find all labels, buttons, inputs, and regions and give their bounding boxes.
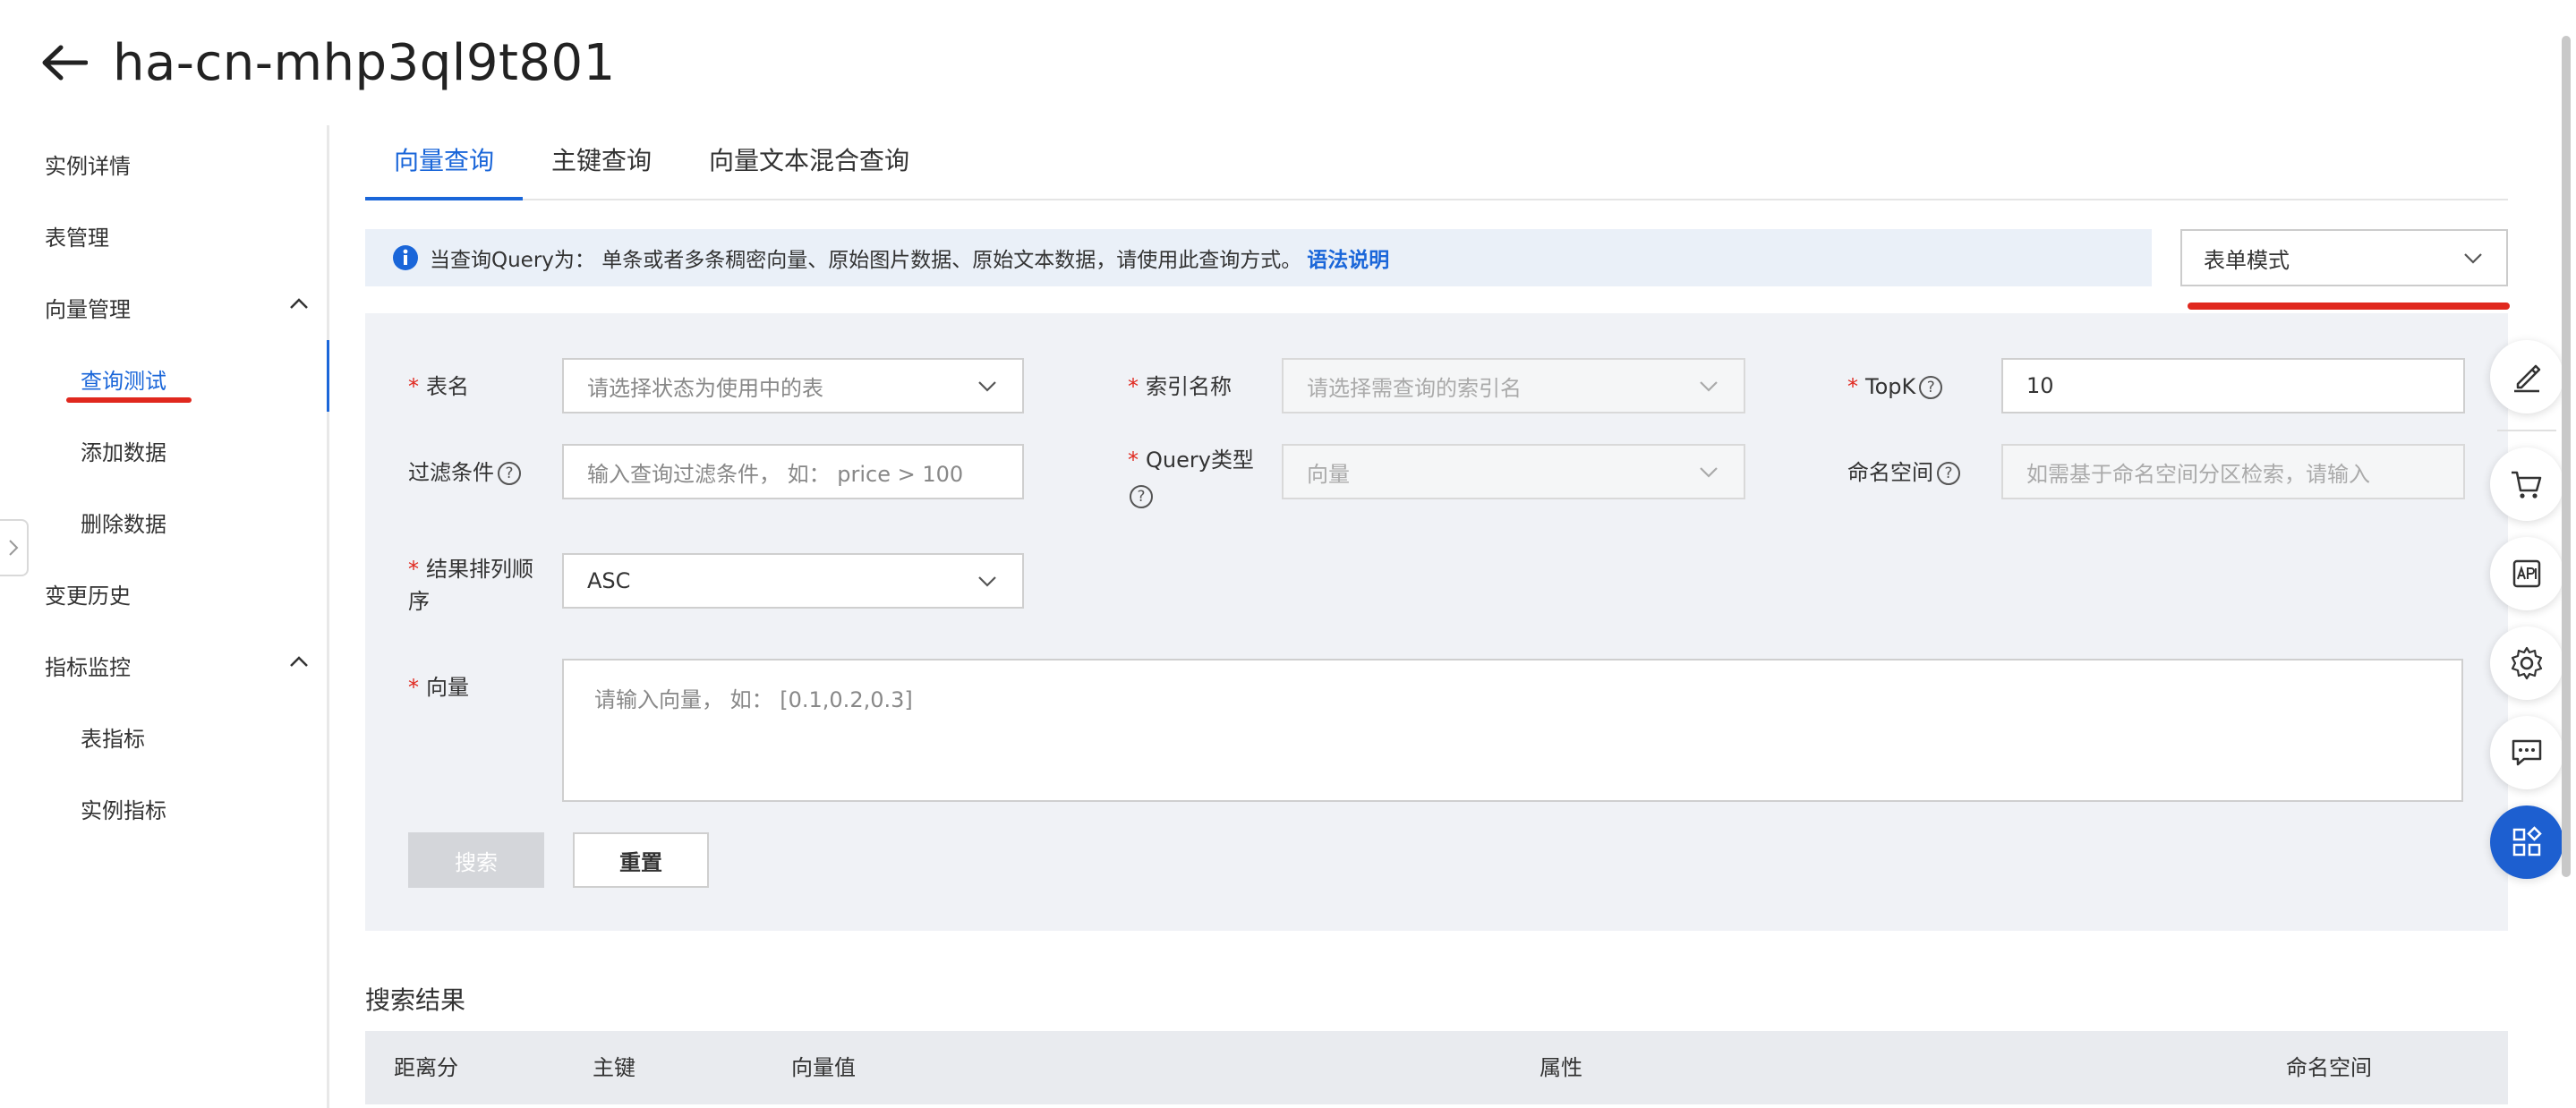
- annotation-underline: [66, 397, 192, 403]
- edit-icon[interactable]: [2490, 340, 2563, 413]
- vector-label: * 向量: [408, 675, 469, 700]
- query-type-select[interactable]: 向量: [1282, 444, 1745, 499]
- topk-label: * TopK?: [1847, 371, 1943, 403]
- chevron-down-icon: [978, 381, 996, 392]
- mode-select-value: 表单模式: [2204, 247, 2290, 273]
- column-header-attributes: 属性: [1540, 1055, 1582, 1080]
- chevron-right-icon: [9, 540, 19, 556]
- sidebar-item-change-history[interactable]: 变更历史: [45, 578, 131, 609]
- results-table-header: 距离分 主键 向量值 属性 命名空间: [365, 1031, 2508, 1104]
- sidebar-collapse-handle[interactable]: [0, 519, 29, 576]
- help-icon[interactable]: ?: [1937, 462, 1960, 485]
- sidebar-item-vector-management[interactable]: 向量管理: [45, 292, 131, 323]
- filter-label: 过滤条件?: [408, 456, 521, 489]
- vector-textarea[interactable]: 请输入向量， 如： [0.1,0.2,0.3]: [562, 659, 2463, 802]
- help-icon[interactable]: ?: [498, 462, 521, 485]
- tab-hybrid-query[interactable]: 向量文本混合查询: [709, 134, 909, 200]
- mode-select[interactable]: 表单模式: [2180, 229, 2508, 286]
- header: ha-cn-mhp3ql9t801: [39, 27, 616, 98]
- query-type-value: 向量: [1307, 461, 1350, 487]
- search-button[interactable]: 搜索: [408, 832, 544, 888]
- chevron-down-icon: [2464, 253, 2482, 264]
- sidebar-item-table-management[interactable]: 表管理: [45, 220, 109, 251]
- vector-placeholder: 请输入向量， 如： [0.1,0.2,0.3]: [594, 687, 913, 712]
- annotation-underline: [2188, 303, 2510, 310]
- tool-divider: [2497, 430, 2556, 431]
- sidebar-item-instance-metrics[interactable]: 实例指标: [81, 793, 166, 824]
- tab-vector-query[interactable]: 向量查询: [394, 134, 494, 200]
- page: ha-cn-mhp3ql9t801 实例详情 表管理 向量管理 查询测试 添加数…: [0, 0, 2576, 1108]
- query-type-help: ?: [1126, 480, 1153, 512]
- scrollbar[interactable]: [2562, 36, 2571, 877]
- cart-icon[interactable]: [2490, 447, 2563, 521]
- chat-icon[interactable]: [2490, 716, 2563, 789]
- sidebar-item-instance-detail[interactable]: 实例详情: [45, 149, 131, 180]
- column-header-vector: 向量值: [791, 1055, 856, 1080]
- topk-value: 10: [2026, 373, 2054, 398]
- info-icon: [393, 245, 418, 270]
- order-value: ASC: [587, 568, 631, 593]
- sidebar: 实例详情 表管理 向量管理 查询测试 添加数据 删除数据 变更历史 指标监控 表…: [0, 125, 329, 1108]
- tab-bar: 向量查询 主键查询 向量文本混合查询: [365, 134, 2508, 200]
- results-title: 搜索结果: [365, 985, 466, 1015]
- help-icon[interactable]: ?: [1130, 485, 1153, 508]
- index-name-placeholder: 请选择需查询的索引名: [1307, 375, 1522, 401]
- topk-input[interactable]: 10: [2001, 358, 2465, 413]
- table-name-placeholder: 请选择状态为使用中的表: [587, 375, 823, 401]
- notice-text: 当查询Query为： 单条或者多条稠密向量、原始图片数据、原始文本数据，请使用此…: [430, 249, 1302, 272]
- tab-primary-key-query[interactable]: 主键查询: [551, 134, 652, 200]
- apps-icon[interactable]: [2490, 805, 2563, 879]
- namespace-label: 命名空间?: [1847, 456, 1960, 489]
- chevron-down-icon: [978, 576, 996, 587]
- order-label-cont: 序: [408, 589, 430, 614]
- back-arrow-icon[interactable]: [39, 38, 90, 88]
- chevron-down-icon: [1700, 381, 1718, 392]
- column-header-distance: 距离分: [394, 1055, 458, 1080]
- filter-placeholder: 输入查询过滤条件， 如： price > 100: [587, 461, 964, 487]
- order-label: * 结果排列顺: [408, 557, 533, 582]
- sidebar-item-metrics-monitoring[interactable]: 指标监控: [45, 650, 131, 681]
- index-name-label: * 索引名称: [1128, 374, 1232, 399]
- sidebar-active-indicator: [327, 340, 329, 412]
- sidebar-item-table-metrics[interactable]: 表指标: [81, 721, 145, 753]
- order-select[interactable]: ASC: [562, 553, 1024, 609]
- chevron-up-icon[interactable]: [286, 292, 311, 317]
- sidebar-item-delete-data[interactable]: 删除数据: [81, 507, 166, 538]
- reset-button[interactable]: 重置: [573, 832, 709, 888]
- page-title: ha-cn-mhp3ql9t801: [113, 33, 616, 92]
- active-tab-indicator: [365, 197, 523, 200]
- table-name-select[interactable]: 请选择状态为使用中的表: [562, 358, 1024, 413]
- namespace-placeholder: 如需基于命名空间分区检索，请输入: [2026, 461, 2370, 487]
- api-icon[interactable]: [2490, 537, 2563, 610]
- column-header-primary-key: 主键: [593, 1055, 635, 1080]
- syntax-doc-link[interactable]: 语法说明: [1307, 243, 1389, 273]
- index-name-select[interactable]: 请选择需查询的索引名: [1282, 358, 1745, 413]
- info-notice: 当查询Query为： 单条或者多条稠密向量、原始图片数据、原始文本数据，请使用此…: [365, 229, 2152, 286]
- column-header-namespace: 命名空间: [2286, 1055, 2372, 1080]
- chevron-down-icon: [1700, 467, 1718, 478]
- table-name-label: * 表名: [408, 374, 469, 399]
- query-type-label: * Query类型: [1128, 447, 1254, 473]
- help-icon[interactable]: ?: [1919, 376, 1943, 399]
- sidebar-item-add-data[interactable]: 添加数据: [81, 435, 166, 466]
- namespace-input[interactable]: 如需基于命名空间分区检索，请输入: [2001, 444, 2465, 499]
- filter-input[interactable]: 输入查询过滤条件， 如： price > 100: [562, 444, 1024, 499]
- chevron-up-icon[interactable]: [286, 650, 311, 675]
- sidebar-item-query-test[interactable]: 查询测试: [81, 363, 166, 395]
- settings-icon[interactable]: [2490, 626, 2563, 700]
